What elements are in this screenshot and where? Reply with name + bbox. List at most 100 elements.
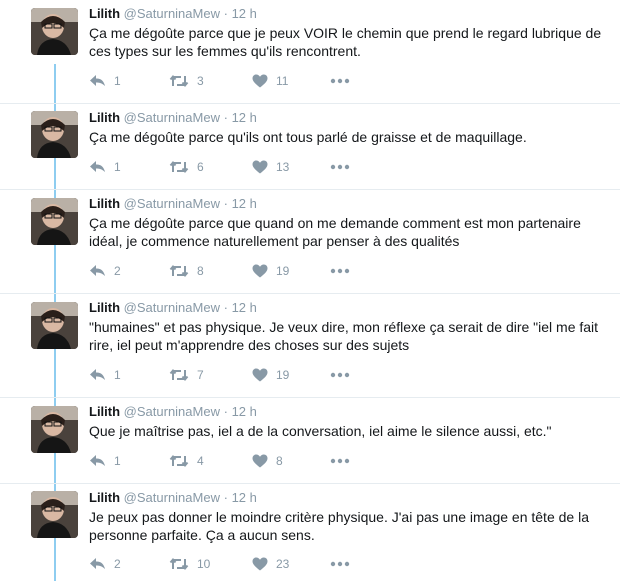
like-count: 13 xyxy=(276,160,290,174)
tweet[interactable]: Lilith @SaturninaMew · 12 h "humaines" e… xyxy=(0,294,620,398)
tweet-actions: 2 8 19 xyxy=(89,262,389,280)
tweet-actions: 1 7 19 xyxy=(89,366,389,384)
more-options-button[interactable] xyxy=(330,72,350,90)
like-button[interactable]: 11 xyxy=(252,72,288,90)
reply-icon xyxy=(89,264,106,278)
timestamp[interactable]: 12 h xyxy=(232,490,257,505)
retweet-count: 8 xyxy=(197,264,204,278)
more-options-button[interactable] xyxy=(330,452,350,470)
retweet-count: 3 xyxy=(197,74,204,88)
reply-button[interactable]: 1 xyxy=(89,158,121,176)
user-handle[interactable]: @SaturninaMew xyxy=(124,300,220,315)
tweet-header: Lilith @SaturninaMew · 12 h xyxy=(89,110,257,126)
like-button[interactable]: 13 xyxy=(252,158,289,176)
tweet[interactable]: Lilith @SaturninaMew · 12 h Je peux pas … xyxy=(0,484,620,581)
more-dots-icon xyxy=(330,268,350,274)
more-options-button[interactable] xyxy=(330,262,350,280)
heart-icon xyxy=(252,160,268,174)
timestamp[interactable]: 12 h xyxy=(232,300,257,315)
retweet-button[interactable]: 8 xyxy=(169,262,204,280)
reply-button[interactable]: 1 xyxy=(89,452,121,470)
tweet-actions: 1 3 11 xyxy=(89,72,389,90)
heart-icon xyxy=(252,368,268,382)
avatar[interactable] xyxy=(31,111,78,158)
more-options-button[interactable] xyxy=(330,366,350,384)
avatar[interactable] xyxy=(31,406,78,453)
tweet-text: Que je maîtrise pas, iel a de la convers… xyxy=(89,423,552,439)
retweet-icon xyxy=(169,368,189,382)
display-name[interactable]: Lilith xyxy=(89,110,120,125)
display-name[interactable]: Lilith xyxy=(89,404,120,419)
user-handle[interactable]: @SaturninaMew xyxy=(124,6,220,21)
avatar[interactable] xyxy=(31,198,78,245)
reply-button[interactable]: 1 xyxy=(89,72,121,90)
tweet-text: Ça me dégoûte parce que je peux VOIR le … xyxy=(89,25,602,59)
retweet-button[interactable]: 4 xyxy=(169,452,204,470)
reply-button[interactable]: 2 xyxy=(89,555,121,573)
retweet-button[interactable]: 10 xyxy=(169,555,210,573)
reply-count: 1 xyxy=(114,368,121,382)
display-name[interactable]: Lilith xyxy=(89,300,120,315)
like-count: 23 xyxy=(276,557,290,571)
separator-dot: · xyxy=(223,300,228,315)
avatar[interactable] xyxy=(31,302,78,349)
display-name[interactable]: Lilith xyxy=(89,196,120,211)
retweet-button[interactable]: 6 xyxy=(169,158,204,176)
like-button[interactable]: 23 xyxy=(252,555,289,573)
timestamp[interactable]: 12 h xyxy=(232,110,257,125)
timestamp[interactable]: 12 h xyxy=(232,6,257,21)
heart-icon xyxy=(252,264,268,278)
separator-dot: · xyxy=(223,110,228,125)
user-handle[interactable]: @SaturninaMew xyxy=(124,490,220,505)
reply-count: 2 xyxy=(114,264,121,278)
avatar[interactable] xyxy=(31,8,78,55)
reply-button[interactable]: 1 xyxy=(89,366,121,384)
reply-icon xyxy=(89,368,106,382)
tweet-header: Lilith @SaturninaMew · 12 h xyxy=(89,404,257,420)
heart-icon xyxy=(252,557,268,571)
tweet-text: Ça me dégoûte parce que quand on me dema… xyxy=(89,215,581,249)
tweet-actions: 2 10 23 xyxy=(89,555,389,573)
tweet-header: Lilith @SaturninaMew · 12 h xyxy=(89,300,257,316)
reply-icon xyxy=(89,160,106,174)
retweet-icon xyxy=(169,160,189,174)
retweet-count: 7 xyxy=(197,368,204,382)
like-button[interactable]: 19 xyxy=(252,262,289,280)
more-options-button[interactable] xyxy=(330,158,350,176)
tweet[interactable]: Lilith @SaturninaMew · 12 h Que je maîtr… xyxy=(0,398,620,484)
tweet[interactable]: Lilith @SaturninaMew · 12 h Ça me dégoût… xyxy=(0,190,620,294)
retweet-icon xyxy=(169,74,189,88)
tweet-text: "humaines" et pas physique. Je veux dire… xyxy=(89,319,599,353)
timestamp[interactable]: 12 h xyxy=(232,404,257,419)
user-handle[interactable]: @SaturninaMew xyxy=(124,110,220,125)
more-options-button[interactable] xyxy=(330,555,350,573)
retweet-button[interactable]: 3 xyxy=(169,72,204,90)
timestamp[interactable]: 12 h xyxy=(232,196,257,211)
avatar[interactable] xyxy=(31,491,78,538)
reply-icon xyxy=(89,557,106,571)
tweet-text: Ça me dégoûte parce qu'ils ont tous parl… xyxy=(89,129,527,145)
retweet-button[interactable]: 7 xyxy=(169,366,204,384)
tweet-header: Lilith @SaturninaMew · 12 h xyxy=(89,6,257,22)
like-button[interactable]: 19 xyxy=(252,366,289,384)
tweet-header: Lilith @SaturninaMew · 12 h xyxy=(89,196,257,212)
reply-button[interactable]: 2 xyxy=(89,262,121,280)
separator-dot: · xyxy=(223,6,228,21)
retweet-icon xyxy=(169,454,189,468)
display-name[interactable]: Lilith xyxy=(89,6,120,21)
retweet-count: 6 xyxy=(197,160,204,174)
like-count: 8 xyxy=(276,454,283,468)
user-handle[interactable]: @SaturninaMew xyxy=(124,196,220,211)
retweet-icon xyxy=(169,557,189,571)
tweet-header: Lilith @SaturninaMew · 12 h xyxy=(89,490,257,506)
like-button[interactable]: 8 xyxy=(252,452,283,470)
reply-icon xyxy=(89,454,106,468)
tweet-text: Je peux pas donner le moindre critère ph… xyxy=(89,509,589,543)
user-handle[interactable]: @SaturninaMew xyxy=(124,404,220,419)
like-count: 19 xyxy=(276,368,290,382)
tweet[interactable]: Lilith @SaturninaMew · 12 h Ça me dégoût… xyxy=(0,0,620,104)
display-name[interactable]: Lilith xyxy=(89,490,120,505)
tweet[interactable]: Lilith @SaturninaMew · 12 h Ça me dégoût… xyxy=(0,104,620,190)
reply-count: 2 xyxy=(114,557,121,571)
tweet-actions: 1 6 13 xyxy=(89,158,389,176)
